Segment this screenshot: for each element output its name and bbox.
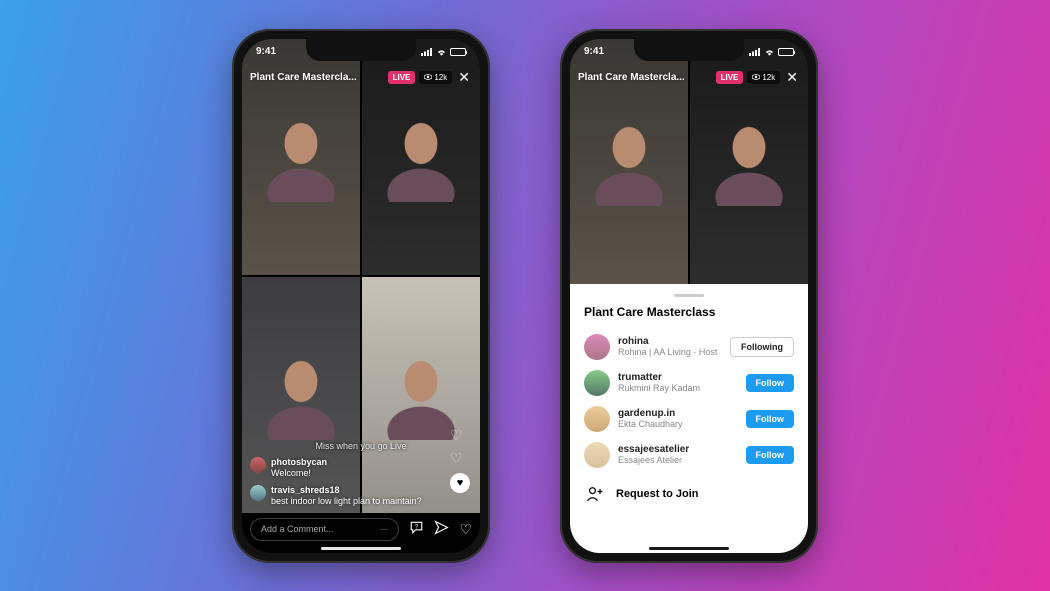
comment-username: photosbycan bbox=[271, 457, 327, 468]
live-title[interactable]: Plant Care Mastercla... bbox=[578, 72, 712, 83]
comments-overlay: Miss when you go Live photosbycan Welcom… bbox=[250, 441, 472, 506]
avatar bbox=[584, 442, 610, 468]
heart-icon: ♡ bbox=[450, 450, 470, 467]
comment-text: Welcome! bbox=[271, 468, 311, 478]
comment-row[interactable]: travis_shreds18 best indoor low light pl… bbox=[250, 485, 472, 507]
screen-left: 9:41 Plant Care Mastercla... LIVE 12k ✕ bbox=[242, 39, 480, 553]
eye-icon bbox=[424, 73, 432, 81]
avatar bbox=[584, 406, 610, 432]
participant-handle: rohina bbox=[618, 336, 722, 347]
participant-subtitle: Ekta Chaudhary bbox=[618, 419, 738, 429]
close-button[interactable]: ✕ bbox=[456, 69, 472, 86]
follow-button[interactable]: Follow bbox=[746, 410, 795, 428]
phone-right: 9:41 Plant Care Mastercla... LIVE 12k ✕ bbox=[560, 29, 818, 563]
participant-row[interactable]: rohina Rohina | AA Living · Host Followi… bbox=[584, 329, 794, 365]
notch bbox=[306, 39, 416, 61]
request-to-join[interactable]: Request to Join bbox=[584, 473, 794, 505]
viewer-count[interactable]: 12k bbox=[419, 71, 452, 84]
avatar bbox=[250, 485, 266, 501]
comment-placeholder: Add a Comment... bbox=[261, 524, 334, 534]
follow-button[interactable]: Follow bbox=[746, 374, 795, 392]
participant-handle: gardenup.in bbox=[618, 408, 738, 419]
avatar bbox=[584, 334, 610, 360]
participant-row[interactable]: essajeesatelier Essajees Atelier Follow bbox=[584, 437, 794, 473]
signal-icon bbox=[749, 48, 761, 56]
avatar bbox=[250, 457, 266, 473]
reaction-stack: ♡ ♡ ♥ bbox=[450, 427, 470, 493]
comment-row[interactable]: photosbycan Welcome! bbox=[250, 457, 472, 479]
like-icon[interactable]: ♡ bbox=[459, 521, 472, 538]
signal-icon bbox=[421, 48, 433, 56]
input-bar: Add a Comment... ⋯ ? ♡ bbox=[250, 518, 472, 541]
status-indicators bbox=[749, 48, 794, 56]
live-title[interactable]: Plant Care Mastercla... bbox=[250, 72, 384, 83]
participant-subtitle: Essajees Atelier bbox=[618, 455, 738, 465]
send-icon[interactable] bbox=[434, 520, 449, 538]
comment-username: travis_shreds18 bbox=[271, 485, 422, 496]
notch bbox=[634, 39, 744, 61]
wifi-icon bbox=[436, 48, 447, 56]
participant-handle: trumatter bbox=[618, 372, 738, 383]
avatar bbox=[584, 370, 610, 396]
following-button[interactable]: Following bbox=[730, 337, 794, 357]
live-header: Plant Care Mastercla... LIVE 12k ✕ bbox=[578, 69, 800, 86]
participant-subtitle: Rohina | AA Living · Host bbox=[618, 347, 722, 357]
more-icon[interactable]: ⋯ bbox=[379, 524, 388, 535]
home-indicator[interactable] bbox=[649, 547, 729, 550]
sheet-grabber[interactable] bbox=[674, 294, 704, 297]
request-join-label: Request to Join bbox=[616, 488, 699, 500]
viewer-count-value: 12k bbox=[762, 73, 775, 82]
comment-input[interactable]: Add a Comment... ⋯ bbox=[250, 518, 399, 541]
eye-icon bbox=[752, 73, 760, 81]
participant-row[interactable]: trumatter Rukmini Ray Kadam Follow bbox=[584, 365, 794, 401]
sheet-title: Plant Care Masterclass bbox=[584, 305, 794, 319]
status-indicators bbox=[421, 48, 466, 56]
heart-button[interactable]: ♥ bbox=[450, 473, 470, 493]
participants-sheet[interactable]: Plant Care Masterclass rohina Rohina | A… bbox=[570, 284, 808, 553]
screen-right: 9:41 Plant Care Mastercla... LIVE 12k ✕ bbox=[570, 39, 808, 553]
heart-icon: ♡ bbox=[450, 427, 470, 444]
live-header: Plant Care Mastercla... LIVE 12k ✕ bbox=[250, 69, 472, 86]
request-join-icon bbox=[584, 483, 606, 505]
battery-icon bbox=[778, 48, 794, 56]
close-button[interactable]: ✕ bbox=[784, 69, 800, 86]
home-indicator[interactable] bbox=[321, 547, 401, 550]
participant-row[interactable]: gardenup.in Ekta Chaudhary Follow bbox=[584, 401, 794, 437]
battery-icon bbox=[450, 48, 466, 56]
live-badge: LIVE bbox=[716, 71, 744, 84]
wifi-icon bbox=[764, 48, 775, 56]
live-badge: LIVE bbox=[388, 71, 416, 84]
comment-text: best indoor low light plan to maintain? bbox=[271, 496, 422, 506]
viewer-count-value: 12k bbox=[434, 73, 447, 82]
participant-subtitle: Rukmini Ray Kadam bbox=[618, 383, 738, 393]
system-message: Miss when you go Live bbox=[250, 441, 472, 451]
phone-left: 9:41 Plant Care Mastercla... LIVE 12k ✕ bbox=[232, 29, 490, 563]
follow-button[interactable]: Follow bbox=[746, 446, 795, 464]
status-time: 9:41 bbox=[584, 46, 604, 57]
viewer-count[interactable]: 12k bbox=[747, 71, 780, 84]
participant-handle: essajeesatelier bbox=[618, 444, 738, 455]
status-time: 9:41 bbox=[256, 46, 276, 57]
question-icon[interactable]: ? bbox=[409, 520, 424, 538]
